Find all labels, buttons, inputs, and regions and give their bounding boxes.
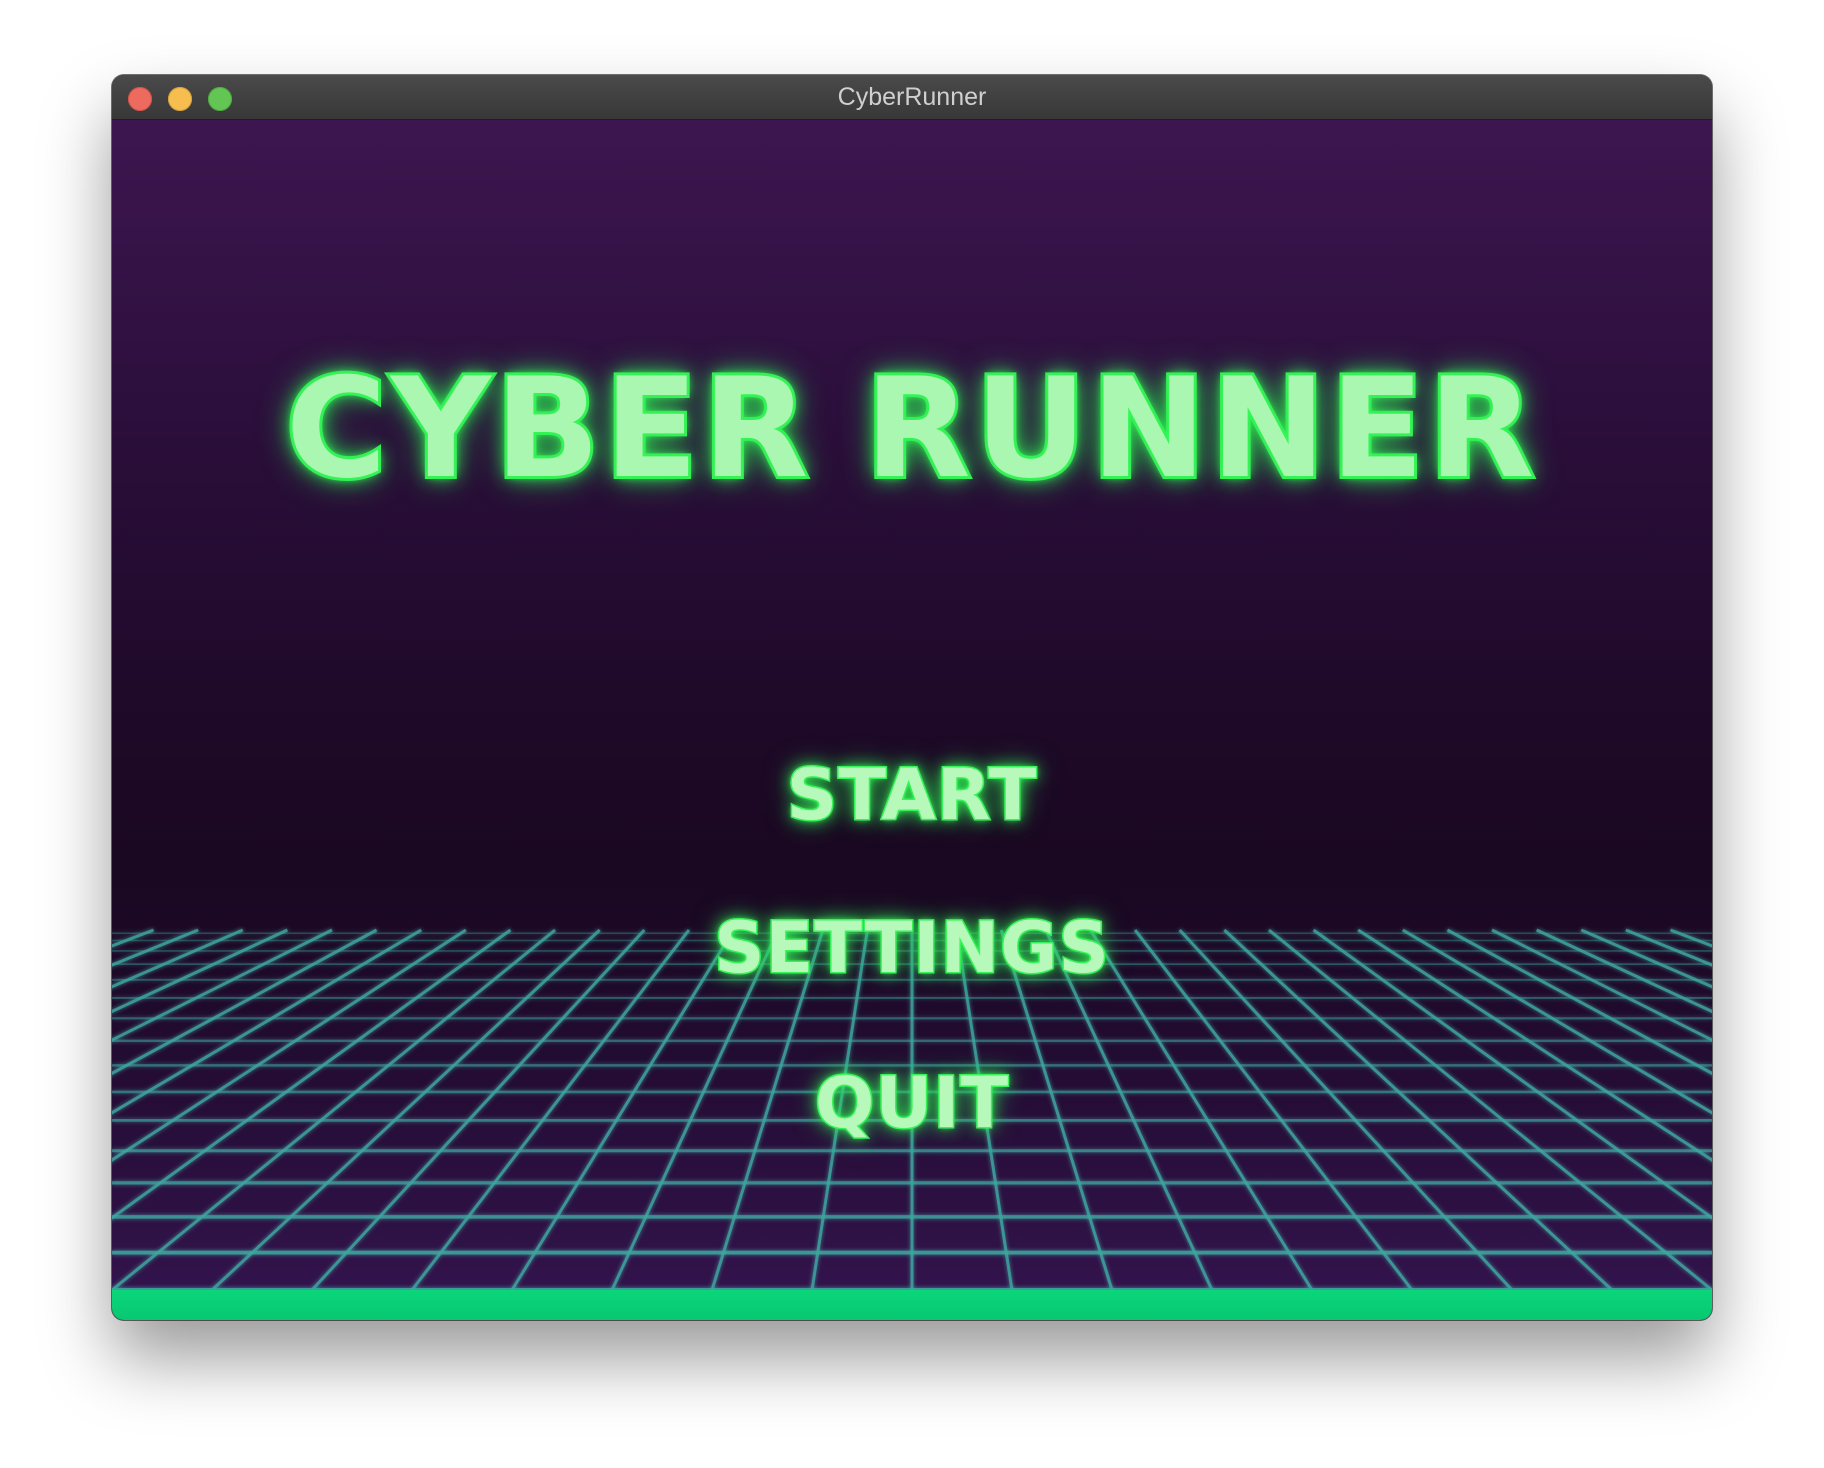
app-window: CyberRunner CYBER RUNNER START SETTINGS …	[112, 75, 1712, 1320]
window-title: CyberRunner	[837, 83, 987, 111]
game-canvas[interactable]: CYBER RUNNER START SETTINGS QUIT	[112, 120, 1712, 1320]
game-title: CYBER RUNNER	[283, 348, 1539, 509]
quit-button[interactable]: QUIT	[112, 1067, 1712, 1140]
settings-button[interactable]: SETTINGS	[112, 912, 1712, 985]
start-button[interactable]: START	[112, 759, 1712, 832]
ground-strip	[112, 1290, 1712, 1320]
title-bar[interactable]: CyberRunner	[112, 75, 1712, 120]
